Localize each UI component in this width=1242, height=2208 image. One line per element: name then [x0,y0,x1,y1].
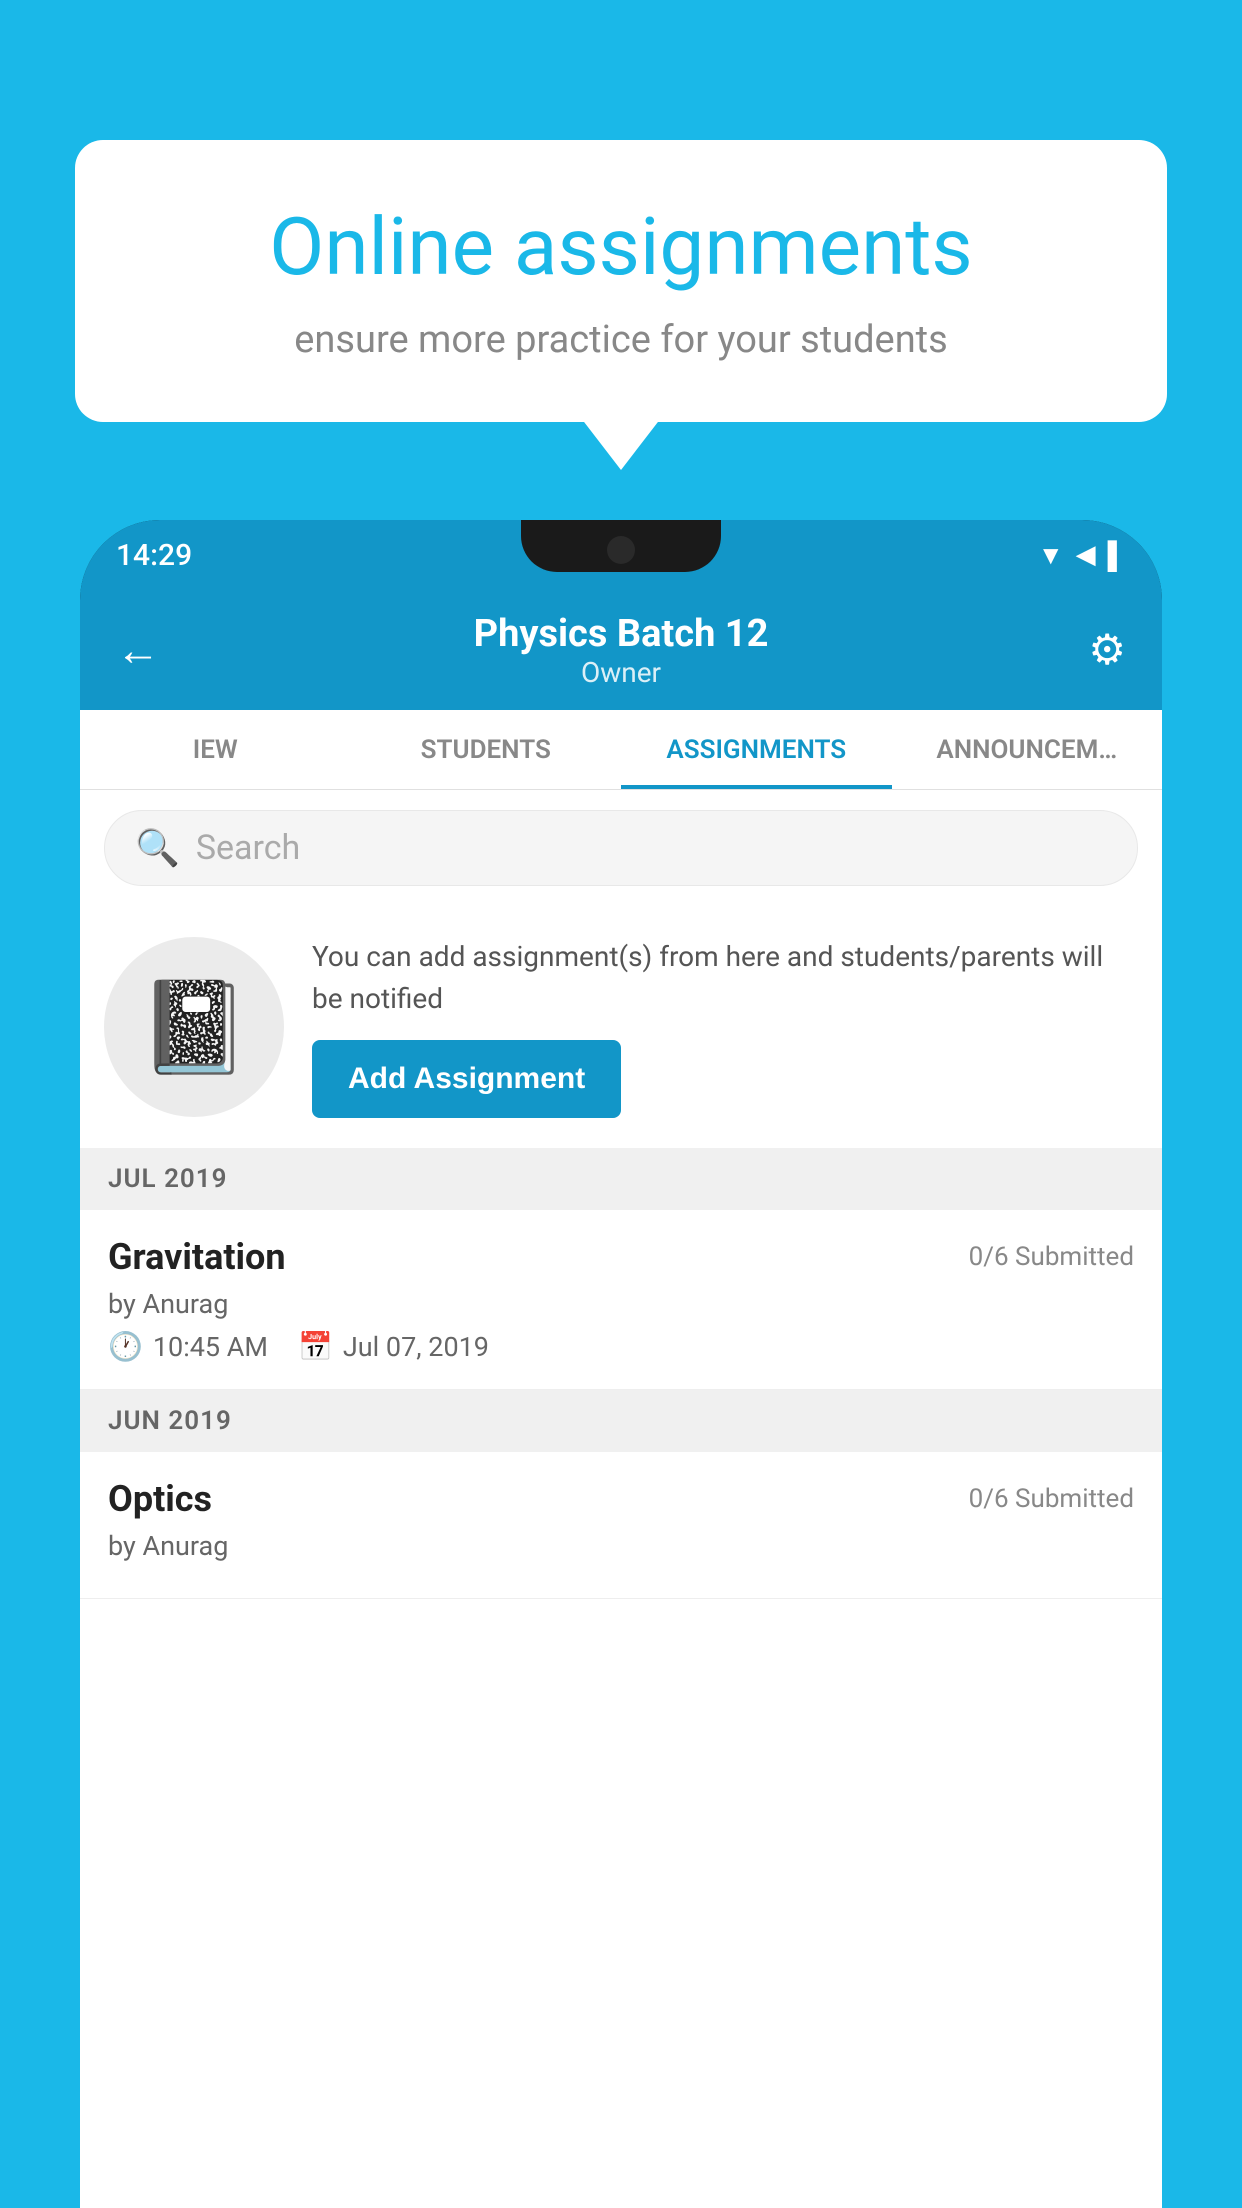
assignment-time: 10:45 AM [153,1331,268,1363]
assignment-optics[interactable]: Optics 0/6 Submitted by Anurag [80,1452,1162,1599]
assignment-meta-optics: by Anurag [108,1530,1134,1562]
tab-iew[interactable]: IEW [80,710,351,789]
tab-students[interactable]: STUDENTS [351,710,622,789]
batch-subtitle: Owner [474,656,769,689]
notebook-icon: 📓 [138,975,250,1080]
section-header-jul: JUL 2019 [80,1148,1162,1210]
assignment-title-optics: Optics [108,1478,212,1520]
time-item: 🕐 10:45 AM [108,1330,268,1363]
assignment-gravitation[interactable]: Gravitation 0/6 Submitted by Anurag 🕐 10… [80,1210,1162,1390]
app-header: ← Physics Batch 12 Owner ⚙ [80,590,1162,710]
add-assignment-button[interactable]: Add Assignment [312,1040,621,1118]
promo-text: You can add assignment(s) from here and … [312,936,1138,1020]
back-button[interactable]: ← [116,624,160,676]
assignment-date: Jul 07, 2019 [343,1331,489,1363]
assignment-title: Gravitation [108,1236,286,1278]
assignment-time-row: 🕐 10:45 AM 📅 Jul 07, 2019 [108,1330,1134,1363]
search-icon: 🔍 [135,827,180,869]
assignment-top-row-optics: Optics 0/6 Submitted [108,1478,1134,1520]
batch-title: Physics Batch 12 [474,612,769,656]
assignment-submitted: 0/6 Submitted [969,1242,1134,1272]
camera [607,536,635,564]
promo-icon-circle: 📓 [104,937,284,1117]
tab-announcements[interactable]: ANNOUNCEM… [892,710,1163,789]
promo-block: 📓 You can add assignment(s) from here an… [80,906,1162,1148]
battery-icon: ▌ [1108,540,1126,571]
section-header-jun: JUN 2019 [80,1390,1162,1452]
speech-bubble: Online assignments ensure more practice … [75,140,1167,422]
wifi-icon: ▼ [1038,540,1064,571]
phone-frame: 14:29 ▼ ◀ ▌ ← Physics Batch 12 Owner ⚙ I… [80,520,1162,2208]
assignment-meta: by Anurag [108,1288,1134,1320]
phone-screen: IEW STUDENTS ASSIGNMENTS ANNOUNCEM… 🔍 Se… [80,710,1162,2208]
phone-notch [521,520,721,572]
speech-bubble-container: Online assignments ensure more practice … [75,140,1167,422]
status-icons: ▼ ◀ ▌ [1038,540,1126,571]
search-bar[interactable]: 🔍 Search [104,810,1138,886]
tabs-bar: IEW STUDENTS ASSIGNMENTS ANNOUNCEM… [80,710,1162,790]
status-time: 14:29 [116,538,192,573]
date-item: 📅 Jul 07, 2019 [298,1330,489,1363]
header-title-block: Physics Batch 12 Owner [474,612,769,689]
promo-content: You can add assignment(s) from here and … [312,936,1138,1118]
tab-assignments[interactable]: ASSIGNMENTS [621,710,892,789]
bubble-subtitle: ensure more practice for your students [155,318,1087,362]
signal-icon: ◀ [1076,540,1096,570]
clock-icon: 🕐 [108,1330,143,1363]
assignment-submitted-optics: 0/6 Submitted [969,1484,1134,1514]
bubble-title: Online assignments [155,200,1087,294]
search-placeholder: Search [196,828,300,868]
settings-icon[interactable]: ⚙ [1088,625,1126,675]
calendar-icon: 📅 [298,1330,333,1363]
assignment-top-row: Gravitation 0/6 Submitted [108,1236,1134,1278]
